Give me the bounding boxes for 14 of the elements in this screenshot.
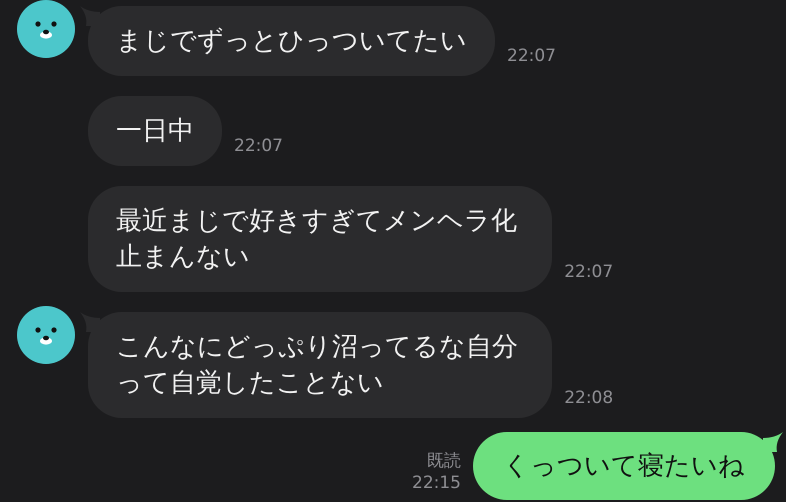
message-bubble: まじでずっとひっついてたい xyxy=(88,6,495,76)
bubble-tail xyxy=(763,432,783,452)
bear-avatar-icon[interactable] xyxy=(17,306,75,364)
message-bubble: 最近まじで好きすぎてメンヘラ化止まんない xyxy=(88,186,552,292)
message-time: 22:08 xyxy=(564,388,614,408)
message-time: 22:07 xyxy=(234,136,283,156)
message-bubble: こんなにどっぷり沼ってるな自分って自覚したことない xyxy=(88,312,552,418)
message-time: 22:07 xyxy=(507,46,556,66)
message-time: 22:15 xyxy=(412,472,461,494)
message-bubble: くっついて寝たいね xyxy=(473,432,775,500)
message-time: 22:07 xyxy=(564,262,614,282)
bear-avatar-icon[interactable] xyxy=(17,0,75,58)
read-receipt: 既読 xyxy=(427,450,461,472)
message-bubble: 一日中 xyxy=(88,96,222,166)
